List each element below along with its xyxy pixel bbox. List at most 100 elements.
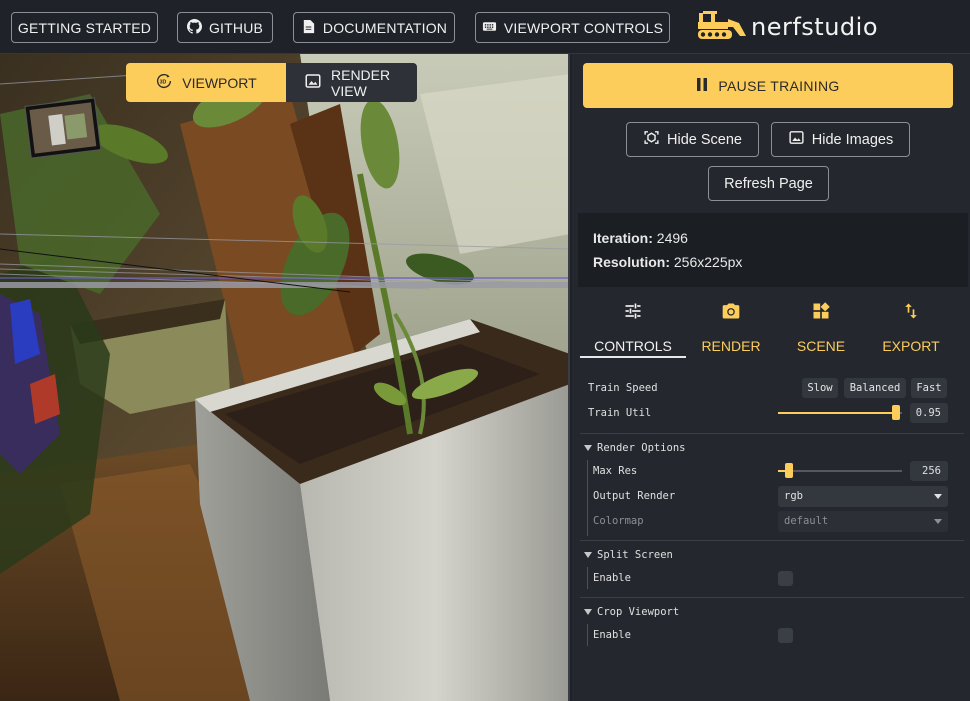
- max-res-row: Max Res 256: [584, 460, 960, 482]
- chevron-down-icon: [934, 493, 942, 499]
- train-util-number: 0.95: [915, 407, 941, 419]
- train-util-row: Train Util 0.95: [584, 402, 960, 424]
- crop-viewport-header[interactable]: Crop Viewport: [584, 602, 679, 622]
- github-icon: [186, 18, 202, 37]
- train-speed-slow-button[interactable]: Slow: [802, 378, 838, 398]
- colormap-label: Colormap: [593, 515, 644, 527]
- max-res-value[interactable]: 256: [910, 461, 948, 481]
- hide-images-label: Hide Images: [811, 131, 894, 148]
- training-stats: Iteration: 2496 Resolution: 256x225px: [578, 213, 968, 287]
- logo-text: nerfstudio: [751, 13, 879, 41]
- train-util-slider-fill: [778, 412, 896, 414]
- balanced-label: Balanced: [849, 382, 901, 394]
- hide-scene-label: Hide Scene: [667, 131, 742, 148]
- image-icon: [788, 129, 805, 150]
- split-screen-header[interactable]: Split Screen: [584, 545, 673, 565]
- max-res-number: 256: [922, 465, 941, 477]
- tab-controls[interactable]: CONTROLS: [580, 300, 686, 358]
- colormap-row: Colormap default: [584, 510, 960, 532]
- control-panel: PAUSE TRAINING Hide Scene Hide Images Re…: [572, 54, 970, 701]
- widgets-icon: [811, 300, 831, 338]
- colormap-value: default: [784, 515, 829, 527]
- panel-tabs: CONTROLS RENDER SCENE EXPORT: [580, 300, 970, 358]
- tab-export[interactable]: EXPORT: [866, 300, 956, 358]
- iteration-value: 2496: [656, 230, 688, 246]
- train-speed-fast-button[interactable]: Fast: [911, 378, 947, 398]
- crop-viewport-checkbox[interactable]: [778, 628, 793, 643]
- 3d-viewport[interactable]: 3D VIEWPORT RENDER VIEW: [0, 54, 570, 701]
- iteration-stat: Iteration: 2496: [593, 226, 968, 250]
- getting-started-label: GETTING STARTED: [17, 19, 152, 36]
- document-icon: [301, 19, 316, 37]
- render-options-header[interactable]: Render Options: [584, 438, 686, 458]
- crop-viewport-enable-row: Enable: [584, 624, 960, 646]
- output-render-label: Output Render: [593, 490, 676, 502]
- chevron-down-icon: [584, 445, 592, 451]
- bulldozer-icon: [697, 9, 747, 46]
- documentation-button[interactable]: DOCUMENTATION: [293, 12, 455, 43]
- tab-scene[interactable]: SCENE: [776, 300, 866, 358]
- svg-text:3D: 3D: [160, 79, 167, 85]
- split-screen-title: Split Screen: [597, 549, 673, 561]
- github-button[interactable]: GITHUB: [177, 12, 273, 43]
- split-screen-enable-row: Enable: [584, 567, 960, 589]
- tab-viewport-label: VIEWPORT: [182, 74, 257, 91]
- split-screen-enable-label: Enable: [593, 572, 631, 584]
- colormap-select[interactable]: default: [778, 510, 948, 532]
- tab-render[interactable]: RENDER: [686, 300, 776, 358]
- github-label: GITHUB: [208, 19, 264, 36]
- tab-export-label: EXPORT: [882, 338, 940, 354]
- pause-icon: [696, 77, 708, 94]
- keyboard-icon: [482, 19, 497, 37]
- tab-render-view-label: RENDER VIEW: [331, 66, 391, 99]
- crop-viewport-title: Crop Viewport: [597, 606, 680, 618]
- tab-render-view[interactable]: RENDER VIEW: [286, 63, 417, 102]
- train-speed-row: Train Speed Slow Balanced Fast: [584, 377, 960, 399]
- resolution-label: Resolution:: [593, 254, 670, 270]
- viewport-controls-label: VIEWPORT CONTROLS: [503, 19, 664, 36]
- train-util-slider-thumb[interactable]: [891, 405, 900, 420]
- viewport-controls-button[interactable]: VIEWPORT CONTROLS: [475, 12, 670, 43]
- chevron-down-icon: [584, 552, 592, 558]
- nerfstudio-logo[interactable]: nerfstudio: [697, 10, 878, 44]
- max-res-label: Max Res: [593, 465, 638, 477]
- camera-icon: [721, 300, 741, 338]
- getting-started-button[interactable]: GETTING STARTED: [11, 12, 158, 43]
- output-render-row: Output Render rgb: [584, 485, 960, 507]
- train-speed-balanced-button[interactable]: Balanced: [844, 378, 906, 398]
- chevron-down-icon: [584, 609, 592, 615]
- section-divider: [580, 540, 964, 541]
- hide-scene-button[interactable]: Hide Scene: [626, 122, 759, 157]
- output-render-select[interactable]: rgb: [778, 485, 948, 507]
- documentation-label: DOCUMENTATION: [322, 19, 448, 36]
- section-divider: [580, 433, 964, 434]
- split-screen-checkbox[interactable]: [778, 571, 793, 586]
- max-res-slider-thumb[interactable]: [785, 463, 794, 478]
- iteration-label: Iteration:: [593, 230, 653, 246]
- train-speed-label: Train Speed: [588, 382, 658, 394]
- tab-render-label: RENDER: [701, 338, 761, 354]
- refresh-page-label: Refresh Page: [724, 175, 813, 192]
- render-options-title: Render Options: [597, 442, 686, 454]
- tab-viewport[interactable]: 3D VIEWPORT: [126, 63, 286, 102]
- max-res-slider-track[interactable]: [778, 470, 902, 472]
- image-icon: [304, 72, 322, 93]
- fast-label: Fast: [916, 382, 942, 394]
- 3d-rotation-icon: 3D: [155, 72, 173, 93]
- refresh-page-button[interactable]: Refresh Page: [708, 166, 829, 201]
- crop-viewport-enable-label: Enable: [593, 629, 631, 641]
- view-mode-tabs: 3D VIEWPORT RENDER VIEW: [126, 63, 417, 102]
- train-util-label: Train Util: [588, 407, 652, 419]
- top-bar: GETTING STARTED GITHUB DOCUMENTATION VIE…: [0, 0, 970, 54]
- section-divider: [580, 597, 964, 598]
- view-in-ar-icon: [643, 129, 660, 150]
- resolution-stat: Resolution: 256x225px: [593, 250, 968, 274]
- scene-render[interactable]: [0, 54, 570, 701]
- train-util-value[interactable]: 0.95: [910, 403, 948, 423]
- slow-label: Slow: [807, 382, 833, 394]
- tune-icon: [623, 300, 643, 338]
- pause-training-button[interactable]: PAUSE TRAINING: [583, 63, 953, 108]
- hide-images-button[interactable]: Hide Images: [771, 122, 910, 157]
- import-export-icon: [901, 300, 921, 338]
- chevron-down-icon: [934, 518, 942, 524]
